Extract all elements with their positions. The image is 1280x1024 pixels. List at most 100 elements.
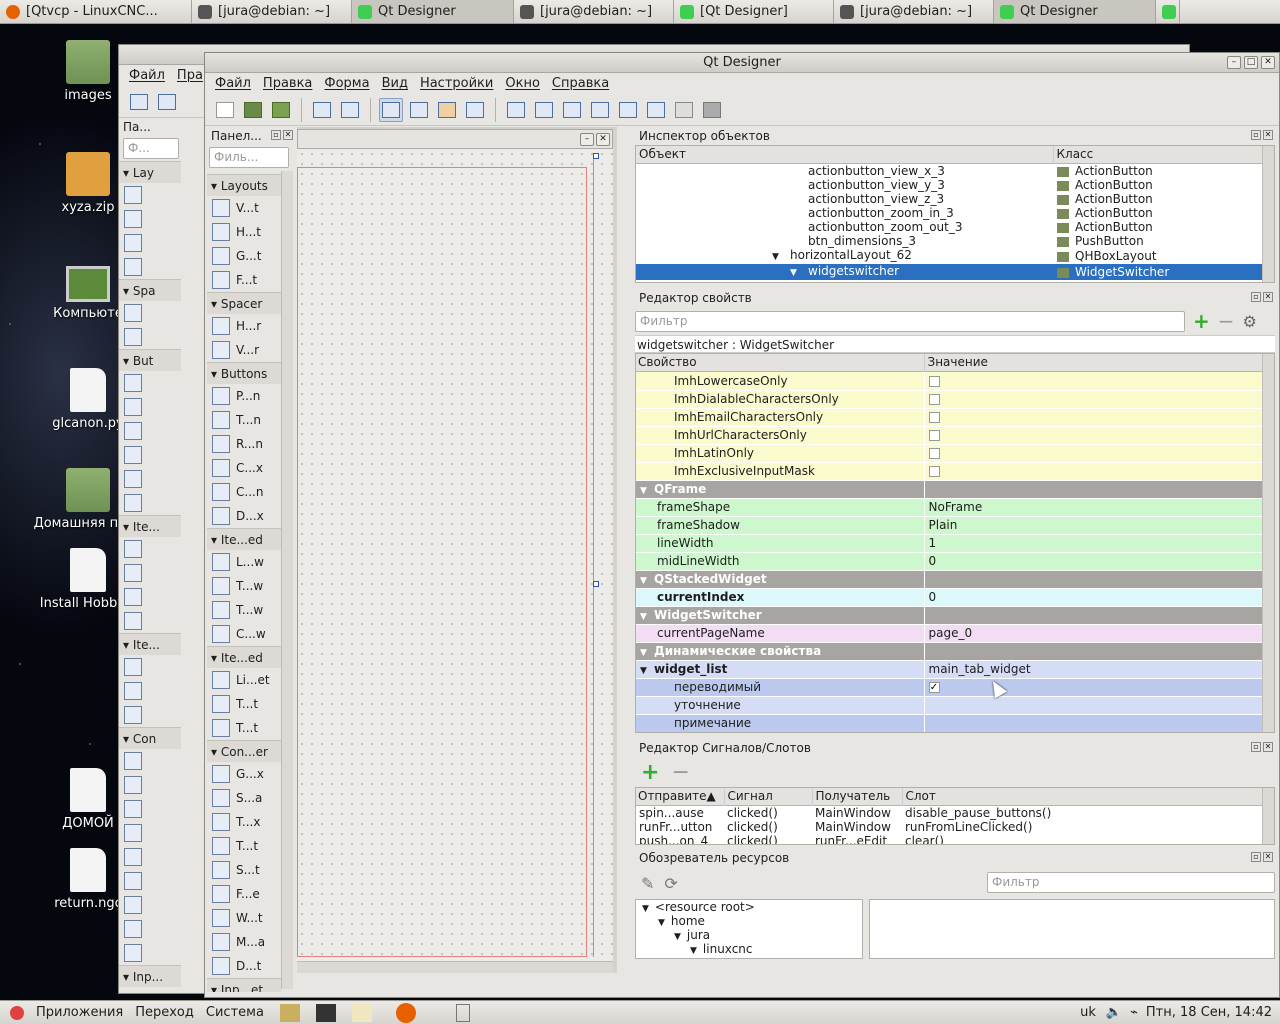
task-qt-designer-3[interactable]: Qt Designer	[994, 0, 1156, 23]
back-menu-file[interactable]: Файл	[123, 68, 171, 83]
expand-arrow-icon[interactable]: ▼	[772, 250, 790, 264]
terminal-launcher-icon[interactable]	[315, 1003, 336, 1022]
property-scrollbar[interactable]	[1262, 354, 1274, 732]
expand-arrow-icon[interactable]: ▼	[640, 666, 654, 676]
expand-arrow-icon[interactable]: ▼	[640, 486, 654, 496]
back-item[interactable]	[119, 655, 181, 679]
back-category[interactable]: Lay	[119, 161, 181, 183]
property-checkbox[interactable]: ✓	[928, 682, 940, 693]
expand-arrow-icon[interactable]: ▼	[640, 612, 654, 622]
widget-item[interactable]: L...w	[207, 550, 281, 574]
layout-h-splitter-icon[interactable]	[560, 98, 584, 122]
widget-item[interactable]: C...n	[207, 480, 281, 504]
save-form-icon[interactable]	[269, 98, 293, 122]
new-icon[interactable]	[127, 90, 151, 114]
widget-item[interactable]: V...r	[207, 338, 281, 362]
canvas-h-scrollbar[interactable]	[297, 961, 613, 973]
back-item[interactable]	[119, 845, 181, 869]
property-row[interactable]: ImhLowercaseOnly	[636, 372, 1264, 391]
column-object[interactable]: Объект	[636, 146, 1053, 164]
connection-row[interactable]: spin...ause clicked() MainWindow disable_pa…	[636, 806, 1264, 821]
property-value[interactable]: 0	[929, 554, 937, 568]
property-checkbox[interactable]	[928, 430, 940, 441]
column-sender[interactable]: Отправите▲	[636, 788, 724, 806]
widget-item[interactable]: S...a	[207, 786, 281, 810]
close-button[interactable]: ✕	[1261, 56, 1275, 69]
widget-item[interactable]: H...t	[207, 220, 281, 244]
remove-dynamic-property-icon[interactable]: −	[1218, 309, 1235, 333]
menu-file[interactable]: Файл	[209, 76, 257, 91]
layout-v-splitter-icon[interactable]	[588, 98, 612, 122]
property-checkbox[interactable]	[928, 375, 940, 387]
launcher-icon[interactable]	[279, 1003, 300, 1022]
back-category[interactable]: Con	[119, 727, 181, 749]
close-icon[interactable]: ✕	[1263, 292, 1273, 302]
resource-tree-item[interactable]: ▼ home	[636, 914, 862, 928]
menu-system[interactable]: Система	[200, 1005, 270, 1020]
property-group-header[interactable]: ▼ QFrame	[636, 480, 1264, 499]
back-item[interactable]	[119, 537, 181, 561]
edit-signals-slots-icon[interactable]	[407, 98, 431, 122]
back-item[interactable]	[119, 703, 181, 727]
property-row[interactable]: примечание	[636, 714, 1264, 732]
back-item[interactable]	[119, 325, 181, 349]
back-item[interactable]	[119, 917, 181, 941]
close-icon[interactable]: ✕	[283, 130, 293, 140]
widget-item[interactable]: G...x	[207, 762, 281, 786]
widget-item[interactable]: C...w	[207, 622, 281, 646]
back-item[interactable]	[119, 941, 181, 965]
property-row[interactable]: frameShadow Plain	[636, 516, 1264, 535]
task-terminal-2[interactable]: [jura@debian: ~]	[514, 0, 674, 23]
text-editor-launcher-icon[interactable]	[351, 1003, 372, 1022]
widget-category[interactable]: Layouts	[207, 174, 281, 196]
widget-category[interactable]: Inp...et	[207, 978, 281, 992]
property-filter-input[interactable]: Фильтр	[635, 310, 1185, 332]
menu-edit[interactable]: Правка	[257, 76, 318, 91]
edit-resources-icon[interactable]: ✎	[641, 874, 654, 893]
menu-help[interactable]: Справка	[546, 76, 615, 91]
property-row[interactable]: ImhEmailCharactersOnly	[636, 408, 1264, 427]
property-row[interactable]: ▼ widget_list main_tab_widget	[636, 660, 1264, 679]
menu-window[interactable]: Окно	[499, 76, 546, 91]
open-form-icon[interactable]	[241, 98, 265, 122]
property-group-header[interactable]: ▼ QStackedWidget	[636, 570, 1264, 589]
menu-form[interactable]: Форма	[318, 76, 375, 91]
back-item[interactable]	[119, 773, 181, 797]
main-designer-window[interactable]: Qt Designer – □ ✕ Файл Правка Форма Вид На…	[204, 52, 1280, 998]
undock-icon[interactable]: ▫	[1251, 292, 1261, 302]
property-row[interactable]: ImhExclusiveInputMask	[636, 462, 1264, 481]
add-connection-icon[interactable]: +	[641, 760, 659, 785]
layout-form-icon[interactable]	[644, 98, 668, 122]
property-value[interactable]: NoFrame	[929, 500, 983, 514]
back-item[interactable]	[119, 255, 181, 279]
widget-item[interactable]: T...n	[207, 408, 281, 432]
widget-item[interactable]: T...w	[207, 574, 281, 598]
expand-arrow-icon[interactable]: ▼	[674, 932, 681, 942]
widget-item[interactable]: W...t	[207, 906, 281, 930]
task-qt-more[interactable]	[1156, 0, 1180, 23]
back-item[interactable]	[119, 443, 181, 467]
widget-item[interactable]: V...t	[207, 196, 281, 220]
column-receiver[interactable]: Получатель	[811, 788, 902, 806]
main-window-titlebar[interactable]: Qt Designer – □ ✕	[205, 53, 1279, 73]
selection-handle[interactable]	[593, 153, 599, 159]
widget-category[interactable]: Con...er	[207, 740, 281, 762]
send-to-back-icon[interactable]	[338, 98, 362, 122]
object-tree-scrollbar[interactable]	[1262, 146, 1274, 282]
widget-item[interactable]: H...r	[207, 314, 281, 338]
back-item[interactable]	[119, 893, 181, 917]
object-row[interactable]: actionbutton_zoom_out_3 ActionButton	[636, 220, 1264, 234]
close-icon[interactable]: ✕	[1263, 742, 1273, 752]
edit-widgets-icon[interactable]	[379, 97, 403, 122]
widget-item[interactable]: F...t	[207, 268, 281, 292]
column-value[interactable]: Значение	[923, 354, 1264, 372]
back-category[interactable]: Inp...	[119, 965, 181, 987]
connection-row[interactable]: push...on_4 clicked() runFr...eEdit clear()	[636, 834, 1264, 844]
widget-category[interactable]: Spacer	[207, 292, 281, 314]
edit-buddies-icon[interactable]	[435, 98, 459, 122]
form-close-button[interactable]: ✕	[596, 133, 610, 146]
menu-settings[interactable]: Настройки	[414, 76, 499, 91]
network-icon[interactable]: ⌁	[1126, 1005, 1142, 1020]
expand-arrow-icon[interactable]: ▼	[690, 946, 697, 956]
resource-filter-input[interactable]: Фильтр	[987, 872, 1275, 893]
